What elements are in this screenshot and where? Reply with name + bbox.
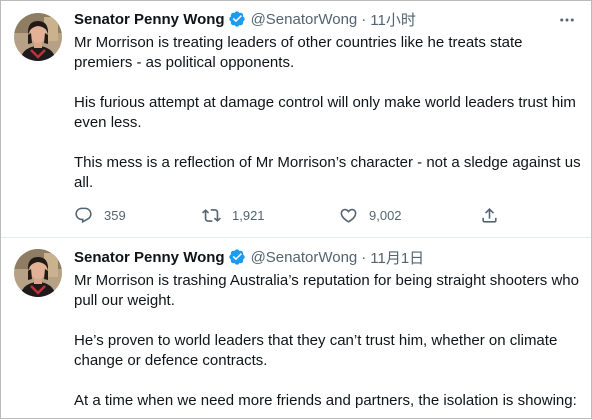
tweet-text: Mr Morrison is trashing Australia’s repu… [74,271,584,411]
tweet-paragraph: His furious attempt at damage control wi… [74,94,576,131]
reply-count: 359 [104,207,126,223]
author-name[interactable]: Senator Penny Wong [74,249,225,266]
separator-dot: · [361,10,367,28]
tweet-paragraph: Mr Morrison is trashing Australia’s repu… [74,272,579,309]
tweet-text: Mr Morrison is treating leaders of other… [74,33,584,193]
share-icon [480,206,499,225]
heart-icon [339,206,358,225]
more-options-icon[interactable] [557,10,577,30]
tweet-paragraph: This mess is a reflection of Mr Morrison… [74,154,581,191]
author-handle[interactable]: @SenatorWong [251,249,358,266]
tweet[interactable]: Senator Penny Wong @SenatorWong · 11小时 M… [1,1,591,237]
retweet-icon [202,206,221,225]
tweet-paragraph: At a time when we need more friends and … [74,392,577,409]
verified-badge-icon [228,10,246,28]
timestamp[interactable]: 11小时 [370,9,416,30]
like-count: 9,002 [369,207,402,223]
author-handle[interactable]: @SenatorWong [251,11,358,28]
reply-button[interactable]: 359 [74,204,126,226]
author-name[interactable]: Senator Penny Wong [74,11,225,28]
tweet-paragraph: Mr Morrison is treating leaders of other… [74,34,523,71]
tweet[interactable]: Senator Penny Wong @SenatorWong · 11月1日 … [1,238,591,420]
reply-icon [74,206,93,225]
timestamp[interactable]: 11月1日 [370,247,424,268]
tweet-paragraph: He’s proven to world leaders that they c… [74,332,558,369]
separator-dot: · [361,248,367,266]
retweet-count: 1,921 [232,207,265,223]
avatar[interactable] [14,249,62,297]
share-button[interactable] [480,204,499,226]
retweet-button[interactable]: 1,921 [202,204,265,226]
avatar[interactable] [14,13,62,61]
like-button[interactable]: 9,002 [339,204,402,226]
tweet-actions: 359 1,921 9,002 [74,204,514,226]
verified-badge-icon [228,248,246,266]
